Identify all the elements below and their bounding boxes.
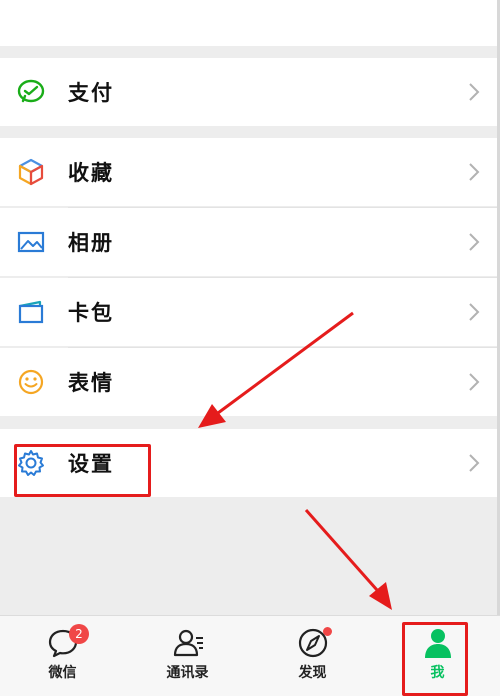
chevron-right-icon (469, 83, 480, 101)
arrow-head (369, 582, 392, 610)
chevron-right-icon (469, 303, 480, 321)
menu-item-stickers[interactable]: 表情 (0, 348, 500, 416)
tab-contacts[interactable]: 通讯录 (125, 616, 250, 696)
me-tab-highlight-box (402, 622, 468, 696)
menu-item-label: 卡包 (68, 301, 114, 325)
new-content-dot (323, 627, 332, 636)
smiley-icon (18, 369, 44, 395)
menu-item-favorites[interactable]: 收藏 (0, 138, 500, 206)
tab-label: 通讯录 (166, 665, 209, 681)
tab-label: 发现 (298, 665, 327, 681)
menu-item-label: 支付 (68, 81, 114, 105)
contacts-icon (173, 629, 203, 657)
chevron-right-icon (469, 454, 480, 472)
tab-discover[interactable]: 发现 (250, 616, 375, 696)
unread-badge: 2 (69, 624, 89, 644)
menu-item-album[interactable]: 相册 (0, 208, 500, 276)
chevron-right-icon (469, 233, 480, 251)
card-wallet-icon (18, 300, 44, 324)
chevron-right-icon (469, 163, 480, 181)
tab-chats[interactable]: 2 微信 (0, 616, 125, 696)
menu-item-label: 收藏 (68, 161, 114, 185)
settings-highlight-box (14, 444, 151, 497)
chevron-right-icon (469, 373, 480, 391)
wechat-pay-icon (17, 79, 45, 103)
profile-section-remnant[interactable] (0, 0, 500, 46)
cube-icon (18, 158, 44, 186)
menu-item-label: 表情 (68, 371, 114, 395)
tab-label: 微信 (48, 665, 77, 681)
menu-item-pay[interactable]: 支付 (0, 58, 500, 126)
menu-item-label: 相册 (68, 231, 114, 255)
photo-icon (17, 231, 45, 253)
menu-item-cards[interactable]: 卡包 (0, 278, 500, 346)
